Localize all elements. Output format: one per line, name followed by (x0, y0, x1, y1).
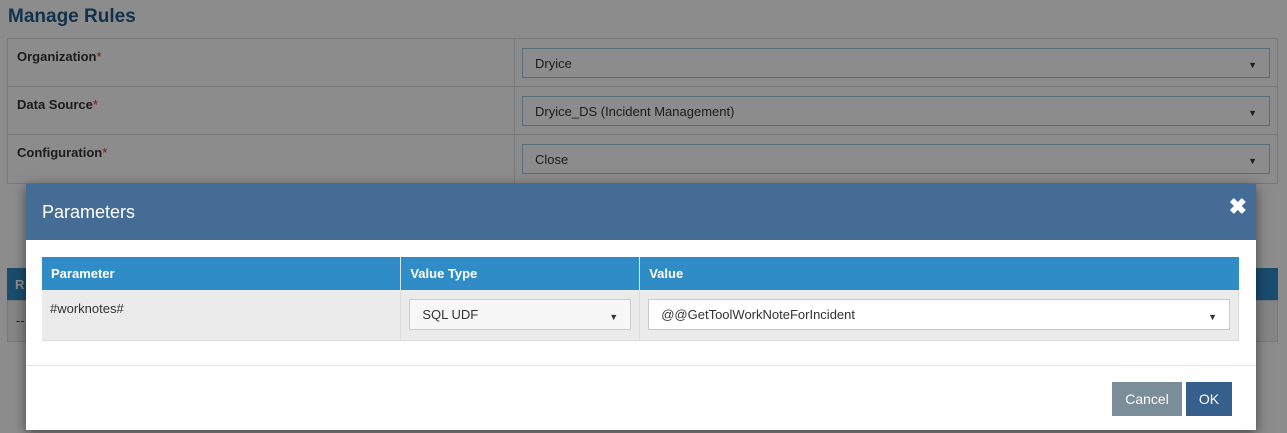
column-header-parameter: Parameter (42, 257, 402, 290)
table-row: #worknotes# SQL UDF ▼ @@GetToolWorkNoteF… (42, 290, 1239, 341)
value-select[interactable]: @@GetToolWorkNoteForIncident ▼ (648, 299, 1230, 331)
ok-button[interactable]: OK (1186, 382, 1232, 416)
parameters-table: Parameter Value Type Value #worknotes# S… (42, 257, 1239, 341)
parameters-table-header: Parameter Value Type Value (42, 257, 1239, 290)
cancel-button[interactable]: Cancel (1112, 382, 1182, 416)
chevron-down-icon: ▼ (609, 312, 619, 323)
chevron-down-icon: ▼ (1208, 312, 1217, 323)
modal-header: Parameters ✖ (26, 184, 1256, 240)
value-type-value: SQL UDF (422, 307, 479, 323)
modal-body: Parameter Value Type Value #worknotes# S… (42, 257, 1239, 341)
parameters-modal: Parameters ✖ Parameter Value Type Value … (26, 184, 1256, 430)
close-icon[interactable]: ✖ (1229, 194, 1247, 220)
value-type-select[interactable]: SQL UDF ▼ (409, 299, 632, 331)
column-header-value: Value (639, 257, 1239, 290)
value-value: @@GetToolWorkNoteForIncident (661, 307, 855, 323)
parameter-cell: #worknotes# (42, 290, 402, 341)
value-type-cell: SQL UDF ▼ (400, 290, 641, 341)
modal-title: Parameters (42, 202, 136, 222)
modal-footer: Cancel OK (26, 365, 1256, 430)
value-cell: @@GetToolWorkNoteForIncident ▼ (639, 290, 1239, 341)
column-header-value-type: Value Type (400, 257, 641, 290)
